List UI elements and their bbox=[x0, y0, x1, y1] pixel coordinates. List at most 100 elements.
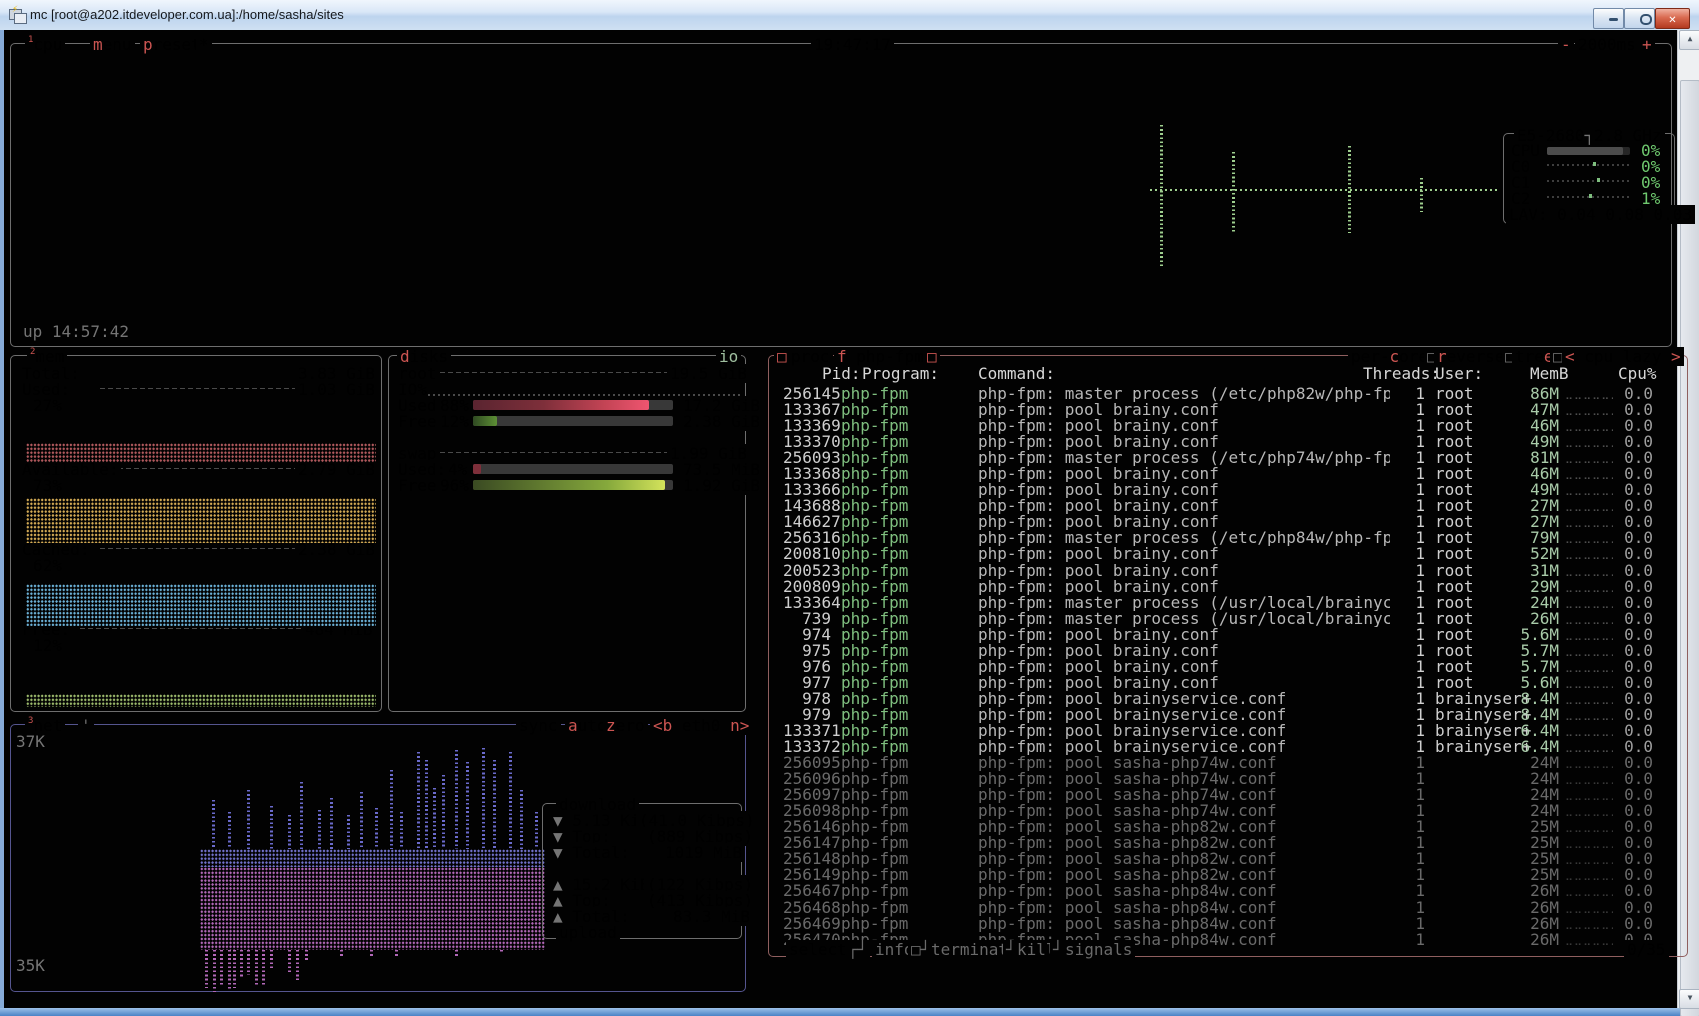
cell-mem: 26M bbox=[1510, 932, 1559, 948]
cpu-graph-baseline bbox=[1150, 189, 1500, 191]
col-user[interactable]: User: bbox=[1435, 364, 1483, 383]
minimize-button[interactable] bbox=[1593, 8, 1624, 29]
net-download-spike bbox=[247, 790, 250, 849]
maximize-icon bbox=[1640, 14, 1652, 25]
mem-free-graph bbox=[26, 694, 376, 707]
net-download-graph bbox=[200, 849, 545, 867]
col-pid[interactable]: Pid: bbox=[822, 364, 861, 383]
cell-command: php-fpm: pool brainyservice.conf bbox=[978, 707, 1390, 723]
putty-window: ⚡ mc [root@a202.itdeveloper.com.ua]:/hom… bbox=[0, 0, 1699, 1016]
arrow-up-icon: ▲ bbox=[1688, 34, 1693, 43]
net-upload-spike bbox=[288, 950, 291, 972]
cell-command: php-fpm: master process (/etc/php74w/php… bbox=[978, 450, 1390, 466]
net-download-spike bbox=[270, 806, 273, 849]
interval-plus-button[interactable]: + bbox=[1639, 35, 1655, 54]
cell-command: php-fpm: pool sasha-php84w.conf bbox=[978, 916, 1390, 932]
cell-command: php-fpm: pool sasha-php84w.conf bbox=[978, 883, 1390, 899]
interval-value: 2000ms bbox=[1575, 35, 1639, 54]
cell-command: php-fpm: pool brainy.conf bbox=[978, 402, 1390, 418]
net-download-spike bbox=[360, 792, 363, 849]
disk-root-free-value: 2.38 GiB bbox=[680, 412, 763, 431]
download-total: ▼ Total: bbox=[550, 843, 633, 862]
cell-command: php-fpm: master process (/etc/php84w/php… bbox=[978, 530, 1390, 546]
net-download-spike bbox=[347, 815, 350, 849]
cell-command: php-fpm: pool brainy.conf bbox=[978, 418, 1390, 434]
cell-command: php-fpm: pool brainy.conf bbox=[978, 434, 1390, 450]
scroll-down-button[interactable]: ▼ bbox=[1679, 989, 1699, 1009]
scroll-up-button[interactable]: ▲ bbox=[1679, 30, 1699, 50]
col-mem[interactable]: MemB bbox=[1530, 364, 1569, 383]
preset-star: * bbox=[196, 35, 212, 54]
mem-cached-graph bbox=[26, 584, 376, 626]
net-upload-spike bbox=[455, 950, 458, 956]
net-download-spike bbox=[482, 748, 485, 849]
net-download-spike bbox=[509, 752, 512, 849]
cell-command: php-fpm: pool brainy.conf bbox=[978, 546, 1390, 562]
window-titlebar[interactable]: ⚡ mc [root@a202.itdeveloper.com.ua]:/hom… bbox=[0, 0, 1699, 31]
preset-button[interactable]: preset bbox=[140, 35, 204, 54]
net-upload-spike bbox=[395, 950, 398, 956]
net-upload-spike bbox=[262, 950, 265, 985]
select-button[interactable]: select bbox=[786, 940, 850, 959]
net-upload-spike bbox=[255, 950, 258, 985]
cell-mem-graph: ⣀⣀⣀⣀⣀⣀ bbox=[1565, 819, 1613, 835]
interval-minus-button[interactable]: - bbox=[1558, 35, 1574, 54]
net-download-spike bbox=[375, 808, 378, 849]
net-download-spike bbox=[493, 760, 496, 849]
close-button[interactable]: ✕ bbox=[1655, 8, 1690, 29]
mem-cached-percent: 62% bbox=[30, 556, 65, 575]
cell-mem-graph: ⣀⣀⣀⣀⣀⣀ bbox=[1565, 771, 1613, 787]
disk-swap-free-bar bbox=[473, 480, 673, 490]
minimize-icon bbox=[1609, 18, 1618, 21]
load-average: LAV: 0.04 0.08 0.03 bbox=[1506, 205, 1695, 224]
net-download-spike bbox=[390, 770, 393, 849]
cpu-total-bar bbox=[1547, 147, 1630, 155]
cell-command: php-fpm: pool brainy.conf bbox=[978, 466, 1390, 482]
cell-mem-graph: ⣀⣀⣀⣀⣀⣀ bbox=[1565, 579, 1613, 595]
net-zero-toggle[interactable]: zero bbox=[603, 716, 648, 735]
cell-threads: 1 bbox=[1390, 932, 1425, 948]
net-download-spike bbox=[300, 782, 303, 849]
signals-button[interactable]: signals bbox=[1062, 940, 1135, 959]
net-sync-toggle[interactable]: sync bbox=[516, 716, 561, 735]
cell-mem-graph: ⣀⣀⣀⣀⣀⣀ bbox=[1565, 482, 1613, 498]
footer-sep: ┌┘ bbox=[845, 940, 870, 959]
mem-available-graph bbox=[26, 498, 376, 543]
col-command[interactable]: Command: bbox=[978, 364, 1055, 383]
menu-button[interactable]: menu bbox=[90, 35, 135, 54]
cell-command: php-fpm: pool brainy.conf bbox=[978, 675, 1390, 691]
net-download-spike bbox=[520, 790, 523, 849]
cpu-graph-spike bbox=[1160, 125, 1163, 266]
cell-mem-graph: ⣀⣀⣀⣀⣀⣀ bbox=[1565, 691, 1613, 707]
cell-mem-graph: ⣀⣀⣀⣀⣀⣀ bbox=[1565, 755, 1613, 771]
cell-command: php-fpm: pool brainyservice.conf bbox=[978, 723, 1390, 739]
cpu-box-title: 1cpu bbox=[25, 35, 65, 54]
maximize-button[interactable] bbox=[1624, 8, 1655, 29]
mem-used-value: 1.03 GiB bbox=[295, 380, 378, 399]
net-scale-bottom: 35K bbox=[13, 956, 48, 975]
net-download-spike bbox=[455, 750, 458, 849]
cell-mem-graph: ⣀⣀⣀⣀⣀⣀ bbox=[1565, 418, 1613, 434]
cell-command: php-fpm: pool sasha-php82w.conf bbox=[978, 867, 1390, 883]
mem-free-percent: 12% bbox=[30, 636, 65, 655]
net-upload-spike bbox=[228, 950, 231, 990]
col-cpu[interactable]: Cpu% bbox=[1618, 364, 1657, 383]
cell-mem-graph: ⣀⣀⣀⣀⣀⣀ bbox=[1565, 643, 1613, 659]
col-threads[interactable]: Threads: bbox=[1363, 364, 1440, 383]
disk-root-size: 19.5 GiB bbox=[667, 364, 750, 383]
cell-command: php-fpm: pool sasha-php82w.conf bbox=[978, 835, 1390, 851]
cell-mem-graph: ⣀⣀⣀⣀⣀⣀ bbox=[1565, 739, 1613, 755]
cell-command: php-fpm: master process (/usr/local/brai… bbox=[978, 611, 1390, 627]
cell-command: php-fpm: pool sasha-php74w.conf bbox=[978, 787, 1390, 803]
disk-root-used-bar bbox=[473, 400, 673, 410]
col-program[interactable]: Program: bbox=[862, 364, 939, 383]
net-iface-switch[interactable]: <b eth0 n> bbox=[650, 716, 752, 735]
disk-root-free-bar bbox=[473, 416, 673, 426]
net-upload-spike bbox=[500, 950, 503, 954]
mem-used-graph bbox=[26, 443, 376, 463]
cell-command: php-fpm: pool sasha-php82w.conf bbox=[978, 819, 1390, 835]
cell-command: php-fpm: pool brainyservice.conf bbox=[978, 739, 1390, 755]
net-upload-spike bbox=[233, 950, 236, 988]
mem-used-percent: 27% bbox=[30, 396, 65, 415]
cell-mem-graph: ⣀⣀⣀⣀⣀⣀ bbox=[1565, 514, 1613, 530]
